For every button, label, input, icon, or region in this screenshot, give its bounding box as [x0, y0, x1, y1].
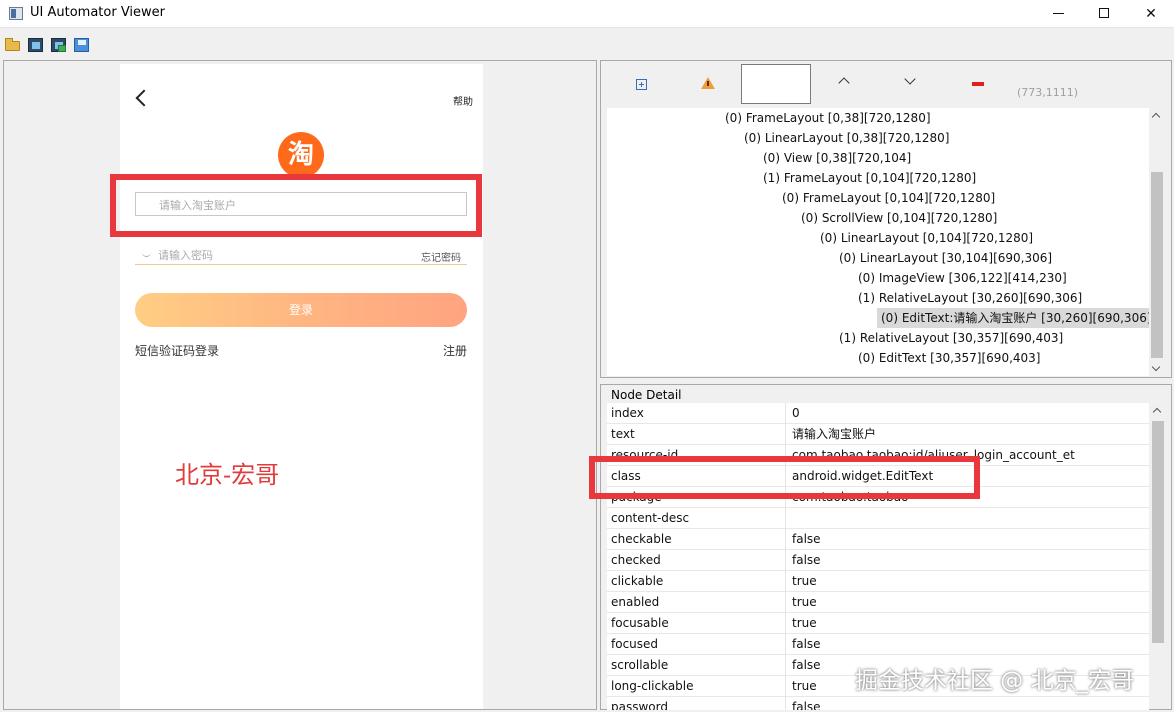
tree-node[interactable]: (0) View [0,38][720,104]: [763, 148, 911, 168]
detail-key: focusable: [611, 616, 669, 630]
minimize-button[interactable]: [1036, 0, 1082, 28]
detail-scroll-thumb[interactable]: [1152, 421, 1164, 643]
detail-row: content-desc: [607, 508, 1149, 529]
tree-scrollbar[interactable]: [1149, 108, 1165, 376]
device-screenshot-compressed-icon[interactable]: [51, 38, 67, 52]
save-icon[interactable]: [74, 38, 90, 52]
detail-key: password: [611, 700, 668, 710]
main-toolbar: [0, 29, 1174, 59]
close-icon: ✕: [1145, 6, 1157, 22]
back-arrow-icon[interactable]: [135, 89, 153, 107]
detail-row: checkable false: [607, 529, 1149, 550]
eye-closed-icon[interactable]: [142, 252, 151, 257]
password-underline: [135, 264, 467, 265]
tree-node[interactable]: (0) FrameLayout [0,38][720,1280]: [725, 108, 931, 128]
detail-value[interactable]: false: [792, 697, 1142, 710]
class-row-highlight-box: [589, 456, 980, 499]
detail-key: enabled: [611, 595, 660, 609]
tree-node[interactable]: (0) LinearLayout [0,104][720,1280]: [820, 228, 1033, 248]
detail-key: checkable: [611, 532, 672, 546]
detail-value[interactable]: false: [792, 529, 1142, 550]
scroll-down-icon[interactable]: [1151, 362, 1161, 372]
tree-node[interactable]: (0) ScrollView [0,104][720,1280]: [801, 208, 997, 228]
detail-key: index: [611, 406, 644, 420]
device-screenshot-icon[interactable]: [28, 38, 44, 52]
detail-row: focusable true: [607, 613, 1149, 634]
minimize-icon: [1053, 13, 1064, 14]
detail-value[interactable]: 0: [792, 403, 1142, 424]
help-link[interactable]: 帮助: [453, 93, 473, 108]
next-result-icon[interactable]: [904, 73, 916, 85]
uiautomator-viewer-window: UI Automator Viewer ✕ 帮助 淘 请输入淘宝账户 请输入密码…: [0, 0, 1174, 712]
tree-node[interactable]: (1) RelativeLayout [30,357][690,403]: [839, 328, 1063, 348]
watermark: 掘金技术社区 @ 北京_宏哥: [855, 668, 1135, 694]
taobao-logo: 淘: [278, 132, 324, 178]
author-annotation: 北京-宏哥: [175, 461, 280, 489]
scroll-up-icon[interactable]: [1152, 407, 1162, 417]
forgot-password-link[interactable]: 忘记密码: [421, 249, 461, 264]
detail-row: index 0: [607, 403, 1149, 424]
detail-value[interactable]: true: [792, 592, 1142, 613]
detail-row: checked false: [607, 550, 1149, 571]
node-detail-title: Node Detail: [611, 388, 682, 402]
detail-row: enabled true: [607, 592, 1149, 613]
maximize-button[interactable]: [1082, 0, 1128, 28]
tree-node[interactable]: (1) FrameLayout [0,104][720,1280]: [763, 168, 976, 188]
tree-node[interactable]: (0) EditText [30,357][690,403]: [858, 348, 1040, 368]
expand-all-icon[interactable]: [636, 79, 647, 90]
detail-scrollbar[interactable]: [1150, 403, 1166, 708]
coordinate-readout: (773,1111): [1017, 86, 1079, 99]
detail-row: text 请输入淘宝账户: [607, 424, 1149, 445]
detail-row: password false: [607, 697, 1149, 710]
account-field-highlight-box: [110, 174, 482, 237]
detail-row: focused false: [607, 634, 1149, 655]
detail-value[interactable]: 请输入淘宝账户: [792, 424, 1142, 445]
sms-login-link[interactable]: 短信验证码登录: [135, 342, 219, 359]
warning-icon[interactable]: [701, 77, 715, 89]
tree-scroll-thumb[interactable]: [1151, 172, 1163, 358]
tree-node[interactable]: (0) LinearLayout [30,104][690,306]: [839, 248, 1052, 268]
register-link[interactable]: 注册: [443, 342, 467, 359]
login-button[interactable]: 登录: [135, 293, 467, 327]
tree-node[interactable]: (1) RelativeLayout [30,260][690,306]: [858, 288, 1082, 308]
window-title: UI Automator Viewer: [30, 5, 166, 20]
tree-node[interactable]: (0) FrameLayout [0,104][720,1280]: [782, 188, 995, 208]
detail-value[interactable]: false: [792, 634, 1142, 655]
title-bar: UI Automator Viewer ✕: [0, 0, 1174, 28]
app-icon: [9, 7, 23, 20]
maximize-icon: [1099, 8, 1109, 18]
detail-key: content-desc: [611, 511, 690, 525]
detail-key: checked: [611, 553, 661, 567]
tree-node[interactable]: (0) ImageView [306,122][414,230]: [858, 268, 1067, 288]
folder-open-icon[interactable]: [5, 38, 21, 52]
tree-node-selected[interactable]: (0) EditText:请输入淘宝账户 [30,260][690,306]: [877, 308, 1156, 328]
detail-value[interactable]: false: [792, 550, 1142, 571]
tree-node[interactable]: (0) LinearLayout [0,38][720,1280]: [744, 128, 949, 148]
password-input[interactable]: 请输入密码: [158, 247, 213, 263]
detail-value[interactable]: true: [792, 571, 1142, 592]
detail-key: focused: [611, 637, 659, 651]
clear-icon[interactable]: [972, 82, 984, 86]
column-divider[interactable]: [785, 403, 786, 710]
device-screenshot[interactable]: 帮助 淘 请输入淘宝账户 请输入密码 忘记密码 登录 短信验证码登录 注册 北京…: [120, 64, 483, 709]
detail-row: clickable true: [607, 571, 1149, 592]
search-box[interactable]: [741, 64, 811, 104]
detail-key: scrollable: [611, 658, 669, 672]
scroll-up-icon[interactable]: [1151, 112, 1161, 122]
prev-result-icon[interactable]: [838, 77, 850, 89]
detail-key: clickable: [611, 574, 664, 588]
detail-value[interactable]: true: [792, 613, 1142, 634]
hierarchy-tree[interactable]: (0) FrameLayout [0,38][720,1280] (0) Lin…: [607, 108, 1158, 376]
close-button[interactable]: ✕: [1128, 0, 1174, 28]
detail-key: long-clickable: [611, 679, 694, 693]
detail-key: text: [611, 427, 635, 441]
screenshot-pane: 帮助 淘 请输入淘宝账户 请输入密码 忘记密码 登录 短信验证码登录 注册 北京…: [3, 60, 597, 710]
